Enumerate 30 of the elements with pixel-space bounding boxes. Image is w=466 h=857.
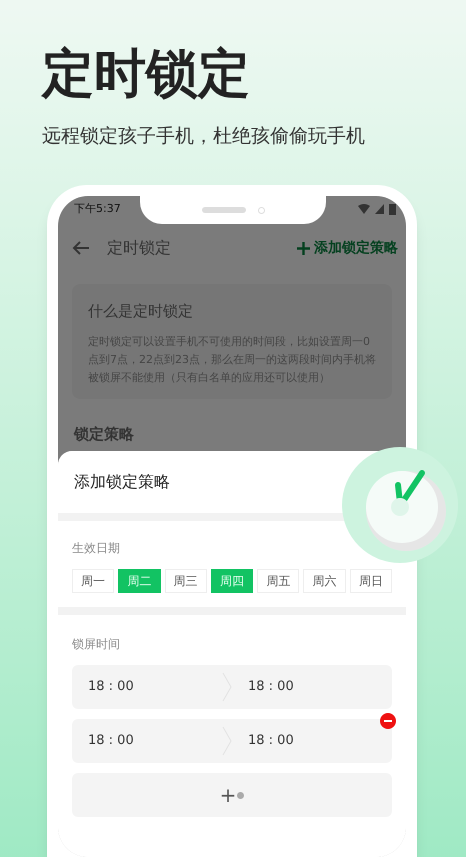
- end-time[interactable]: 18 : 00: [232, 677, 294, 697]
- nav-title: 定时锁定: [107, 237, 171, 259]
- headline: 定时锁定: [42, 43, 250, 106]
- section-label: 锁屏时间: [72, 636, 121, 653]
- subtitle: 远程锁定孩子手机，杜绝孩偷偷玩手机: [42, 124, 365, 149]
- dot-icon: [237, 792, 244, 798]
- day-option[interactable]: 周三: [164, 569, 207, 593]
- start-time[interactable]: 18 : 00: [72, 677, 222, 697]
- back-arrow-icon[interactable]: [72, 241, 90, 255]
- remove-icon[interactable]: [380, 713, 396, 729]
- day-option[interactable]: 周六: [303, 569, 346, 593]
- battery-icon: [389, 204, 396, 214]
- add-time-button[interactable]: +: [72, 773, 392, 817]
- status-time: 下午5:37: [74, 200, 121, 217]
- section-label: 生效日期: [72, 540, 121, 557]
- day-option[interactable]: 周一: [72, 569, 114, 593]
- time-range-row[interactable]: 18 : 00 18 : 00: [72, 719, 392, 763]
- end-time[interactable]: 18 : 00: [232, 731, 294, 751]
- camera-icon: [258, 206, 264, 214]
- signal-icon: [375, 204, 384, 214]
- wifi-icon: [358, 204, 370, 214]
- start-time[interactable]: 18 : 00: [72, 731, 222, 751]
- sheet-title: 添加锁定策略: [74, 471, 170, 493]
- day-option[interactable]: 周五: [257, 569, 300, 593]
- plus-icon: [297, 242, 310, 254]
- section-title: 锁定策略: [74, 424, 135, 444]
- day-option[interactable]: 周日: [350, 569, 392, 593]
- speaker-icon: [202, 207, 246, 213]
- time-range-row[interactable]: 18 : 00 18 : 00: [72, 665, 392, 709]
- card-title: 什么是定时锁定: [88, 301, 194, 322]
